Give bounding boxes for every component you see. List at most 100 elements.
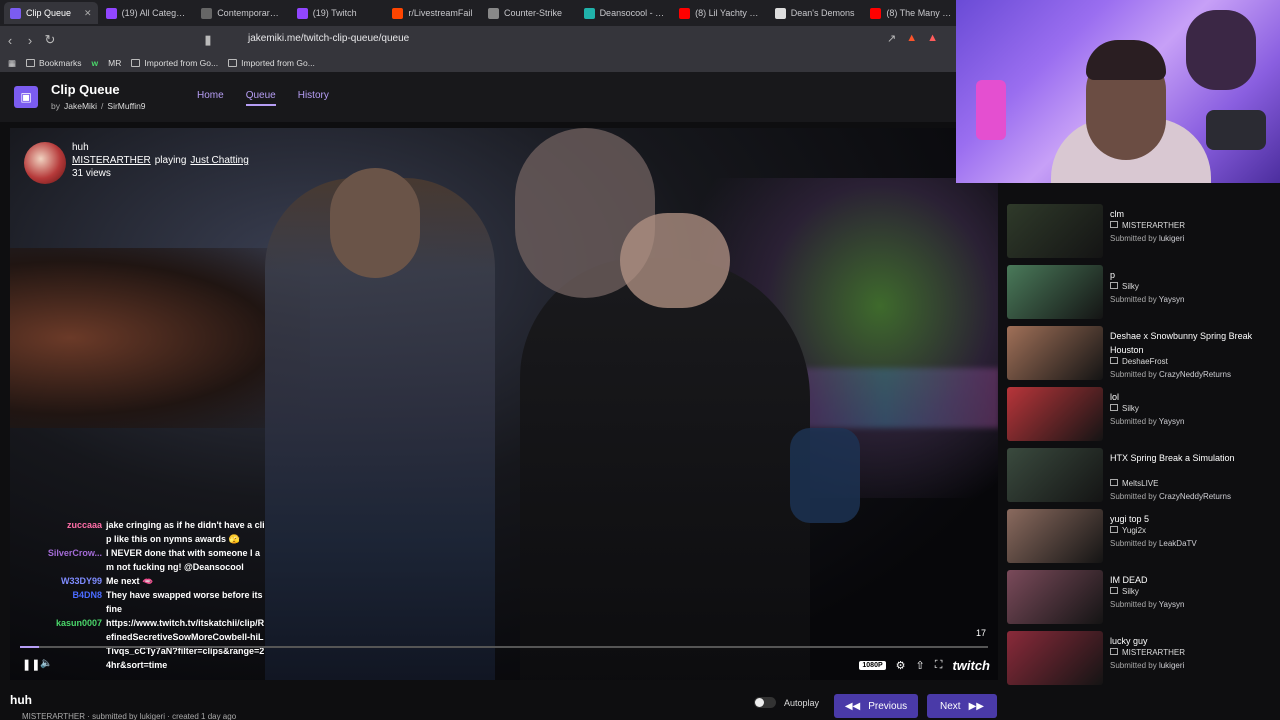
share-icon[interactable]: ↗: [887, 32, 896, 45]
browser-tab[interactable]: (19) Twitch: [291, 2, 385, 24]
bookmark-item-mr[interactable]: MR: [108, 58, 121, 68]
channel-icon: [1110, 282, 1118, 289]
folder-icon: [26, 59, 36, 67]
chat-text: https://www.twitch.tv/itskatchii/clip/Re…: [106, 618, 265, 670]
browser-tab[interactable]: r/LivestreamFail: [386, 2, 480, 24]
queue-item[interactable]: lucky guy MISTERARTHER Submitted by lukige…: [1005, 631, 1270, 687]
app-nav: Home Queue History: [197, 90, 329, 106]
clip-queue-logo-icon[interactable]: ▣: [14, 86, 38, 108]
queue-item[interactable]: clm MISTERARTHER Submitted by lukigeri: [1005, 204, 1270, 260]
webcam-arcade-machine: [976, 80, 1006, 140]
queue-item[interactable]: IM DEAD Silky Submitted by Yaysyn: [1005, 570, 1270, 626]
queue-item[interactable]: lol Silky Submitted by Yaysyn: [1005, 387, 1270, 443]
author-link-1[interactable]: JakeMiki: [64, 101, 97, 111]
tab-close-icon[interactable]: ✕: [84, 8, 92, 19]
volume-icon[interactable]: 🔈: [40, 658, 52, 669]
tab-label: Clip Queue: [26, 8, 72, 18]
queue-submitter: Submitted by CrazyNeddyReturns: [1110, 492, 1231, 501]
queue-author: DeshaeFrost: [1110, 357, 1168, 366]
bookmark-icon[interactable]: ▮: [198, 32, 218, 48]
queue-item[interactable]: HTX Spring Break a Simulation MeltsLIVE Su…: [1005, 448, 1270, 504]
autoplay-switch[interactable]: [754, 697, 776, 708]
reload-icon[interactable]: ↻: [40, 32, 60, 48]
tab-label: Counter-Strike: [503, 8, 562, 18]
bookmark-item-bookmarks[interactable]: Bookmarks: [26, 58, 82, 68]
brave-shield-icon[interactable]: ▲: [906, 32, 917, 45]
channel-icon: [1110, 479, 1118, 486]
twitch-logo[interactable]: twitch: [952, 658, 990, 673]
queue-title: HTX Spring Break a Simulation: [1110, 453, 1235, 463]
queue-item[interactable]: p Silky Submitted by Yaysyn: [1005, 265, 1270, 321]
queue-thumbnail[interactable]: [1007, 265, 1103, 319]
author-link-2[interactable]: SirMuffin9: [107, 101, 145, 111]
queue-submitter: Submitted by Yaysyn: [1110, 295, 1185, 304]
queue-author: MeltsLIVE: [1110, 479, 1158, 488]
fullscreen-icon[interactable]: ⛶: [935, 659, 943, 672]
chat-username: B4DN8: [72, 590, 102, 600]
queue-title: p: [1110, 270, 1116, 280]
queue-author: MISTERARTHER: [1110, 221, 1185, 230]
clip-channel-link[interactable]: MISTERARTHER: [72, 155, 151, 166]
apps-grid-icon[interactable]: ▦: [8, 58, 16, 69]
browser-tab[interactable]: Deansocool - Stre: [578, 2, 672, 24]
channel-icon: [1110, 357, 1118, 364]
browser-tab[interactable]: (8) The Many Mu: [864, 2, 958, 24]
queue-submitter: Submitted by lukigeri: [1110, 234, 1185, 243]
bookmark-item-imported-2[interactable]: Imported from Go...: [228, 58, 315, 68]
queue-thumbnail[interactable]: [1007, 570, 1103, 624]
timeline-progress: [20, 646, 40, 648]
clip-title-below: huh: [10, 693, 32, 707]
nav-history[interactable]: History: [298, 90, 329, 106]
browser-tab[interactable]: Counter-Strike: [482, 2, 576, 24]
app-header: ▣ Clip Queue by JakeMiki / SirMuffin9 Ho…: [0, 72, 1005, 122]
queue-item[interactable]: yugi top 5 Yugi2x Submitted by LeakDaTV: [1005, 509, 1270, 565]
avatar[interactable]: [24, 142, 66, 184]
tab-label: (8) Lil Yachty - W: [695, 8, 761, 18]
browser-tab[interactable]: Dean's Demons: [769, 2, 863, 24]
tab-label: Deansocool - Stre: [599, 8, 666, 18]
queue-submitter: Submitted by CrazyNeddyReturns: [1110, 370, 1231, 379]
bookmarks-bar: ▦ Bookmarks w MR Imported from Go... Imp…: [0, 54, 958, 72]
browser-tab[interactable]: Contemporary M: [195, 2, 289, 24]
settings-gear-icon[interactable]: ⚙: [896, 659, 906, 672]
nav-home[interactable]: Home: [197, 90, 224, 106]
chat-message: zuccaaa jake cringing as if he didn't hav…: [10, 518, 280, 546]
queue-thumbnail[interactable]: [1007, 509, 1103, 563]
browser-tab[interactable]: (19) All Categories: [100, 2, 194, 24]
quality-badge[interactable]: 1080P: [859, 661, 886, 670]
video-timeline[interactable]: [20, 646, 988, 648]
tab-favicon-icon: [105, 7, 117, 19]
back-icon[interactable]: ‹: [0, 33, 20, 48]
bookmark-item-w[interactable]: w: [92, 58, 99, 68]
share-icon[interactable]: ⇧: [916, 659, 925, 672]
clip-game-link[interactable]: Just Chatting: [190, 155, 248, 166]
clip-title: huh: [72, 142, 89, 153]
video-player[interactable]: huh MISTERARTHER playing Just Chatting 3…: [10, 128, 998, 680]
queue-thumbnail[interactable]: [1007, 204, 1103, 258]
browser-address-bar: ‹ › ↻ ▮ jakemiki.me/twitch-clip-queue/qu…: [0, 26, 958, 54]
clip-meta-below: MISTERARTHER · submitted by lukigeri · c…: [22, 712, 237, 720]
queue-thumbnail[interactable]: [1007, 326, 1103, 380]
queue-submitter: Submitted by Yaysyn: [1110, 417, 1185, 426]
tab-favicon-icon: [487, 7, 499, 19]
url-field[interactable]: jakemiki.me/twitch-clip-queue/queue: [248, 33, 409, 44]
pause-icon[interactable]: ❚❚: [22, 658, 40, 671]
queue-thumbnail[interactable]: [1007, 631, 1103, 685]
rewards-icon[interactable]: ▲: [927, 32, 938, 45]
next-button[interactable]: Next ▶▶: [927, 694, 997, 718]
queue-thumbnail[interactable]: [1007, 387, 1103, 441]
previous-button[interactable]: ◀◀ Previous: [834, 694, 918, 718]
queue-thumbnail[interactable]: [1007, 448, 1103, 502]
bookmark-item-imported-1[interactable]: Imported from Go...: [131, 58, 218, 68]
streamer-webcam: [956, 0, 1280, 183]
forward-icon[interactable]: ›: [20, 33, 40, 48]
browser-tab[interactable]: Clip Queue ✕: [4, 2, 98, 24]
folder-icon: [228, 59, 238, 67]
channel-icon: [1110, 404, 1118, 411]
video-person-left-head: [330, 168, 420, 278]
autoplay-toggle[interactable]: Autoplay: [754, 697, 819, 708]
queue-item[interactable]: Deshae x Snowbunny Spring Break Houston D…: [1005, 326, 1270, 382]
video-bottle: [790, 428, 860, 523]
nav-queue[interactable]: Queue: [245, 90, 276, 106]
browser-tab[interactable]: (8) Lil Yachty - W: [673, 2, 767, 24]
